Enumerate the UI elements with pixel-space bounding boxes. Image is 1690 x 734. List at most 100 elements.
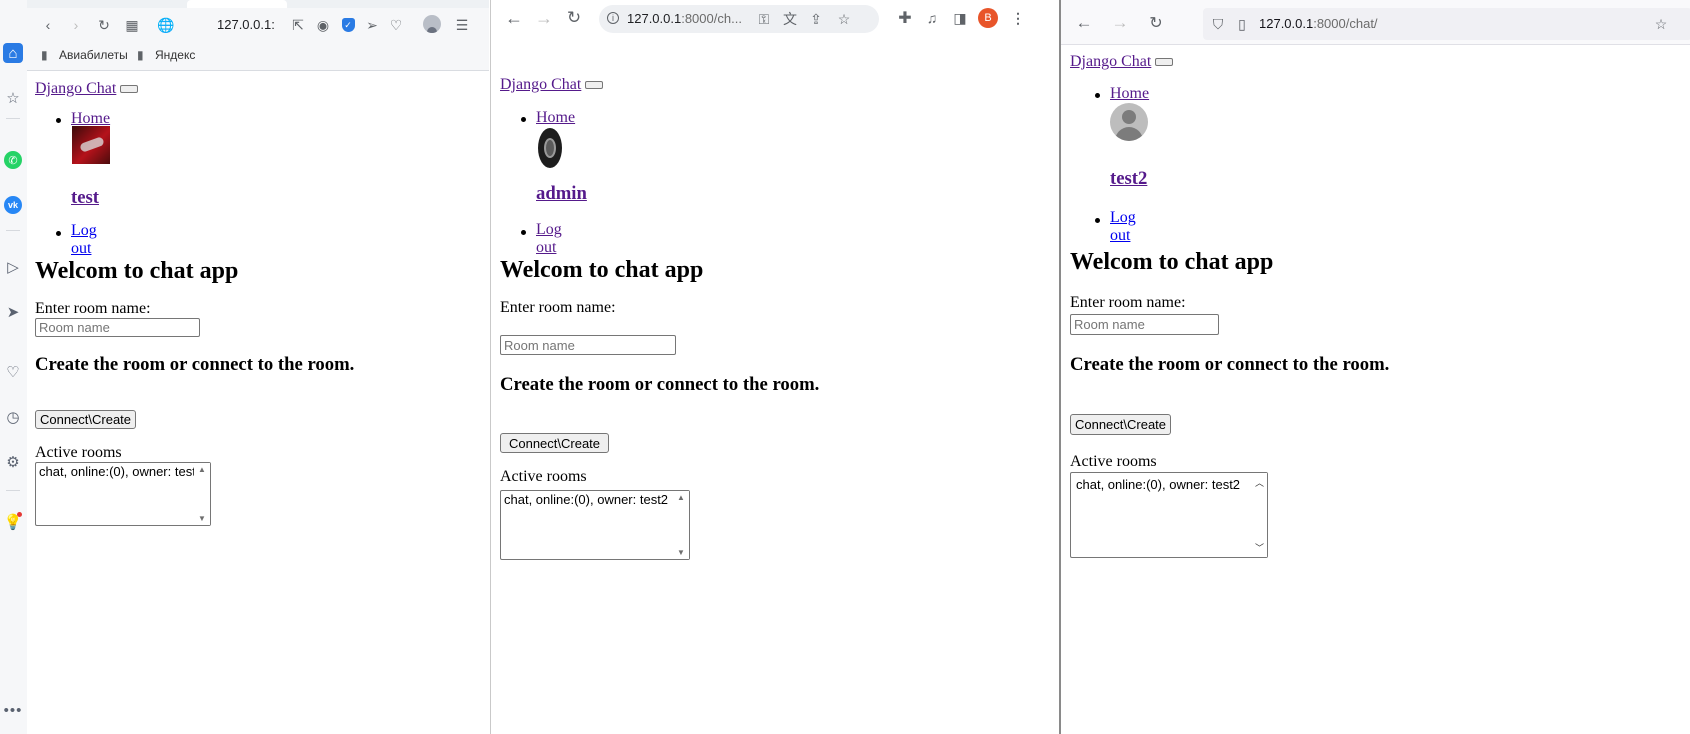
list-scrollbar[interactable]: ▲ ▼ — [673, 491, 689, 559]
room-name-input[interactable]: Room name — [1070, 314, 1219, 335]
page-icon[interactable]: ▯ — [1233, 15, 1251, 33]
play-icon[interactable]: ▷ — [3, 257, 23, 277]
list-bullet — [1095, 218, 1100, 223]
forward-icon[interactable]: → — [1111, 13, 1129, 32]
active-rooms-label: Active rooms — [500, 468, 587, 485]
bookmark-star-icon[interactable]: ☆ — [835, 10, 853, 28]
toolbar: ‹ › ↻ ▦ 🌐 127.0.0.1: ⇱ ◉ ✓ ➢ ♡ ☰ — [27, 8, 489, 42]
camera-icon[interactable]: ◉ — [314, 16, 332, 34]
navbar-toggler[interactable] — [1155, 58, 1174, 67]
side-panel-icon[interactable]: ◨ — [951, 9, 969, 27]
bookmark-star-icon[interactable]: ☆ — [1652, 15, 1670, 33]
url-bar[interactable]: ⛉ ▯ 127.0.0.1:8000/chat/ ☆ — [1203, 8, 1690, 40]
toolbar: ← → ↻ ⛉ ▯ 127.0.0.1:8000/chat/ ☆ — [1061, 0, 1690, 45]
whatsapp-icon[interactable]: ✆ — [4, 151, 22, 169]
bookmark-yandex[interactable]: Яндекс — [155, 48, 195, 62]
back-icon[interactable]: ← — [505, 8, 523, 28]
active-rooms-list[interactable]: chat, online:(0), owner: test2 ▲ ▼ — [35, 462, 211, 526]
list-bullet — [1095, 93, 1100, 98]
key-icon[interactable]: ⚿ — [755, 10, 773, 28]
send-icon[interactable]: ➤ — [3, 302, 23, 322]
media-icon[interactable]: ♫ — [923, 9, 941, 27]
send-icon[interactable]: ➢ — [363, 16, 381, 34]
room-name-input[interactable]: Room name — [35, 318, 200, 337]
bookmark-file-icon: ▮ — [41, 48, 48, 62]
username-link[interactable]: test2 — [1110, 168, 1147, 190]
connect-create-button[interactable]: Connect\Create — [1070, 414, 1171, 435]
active-tab[interactable] — [187, 0, 287, 8]
reload-icon[interactable]: ↻ — [1147, 14, 1165, 32]
gear-icon[interactable]: ⚙ — [3, 452, 23, 472]
room-name-label: Enter room name: — [1070, 294, 1186, 311]
forward-icon[interactable]: › — [67, 16, 85, 34]
address-text[interactable]: 127.0.0.1:8000/chat/ — [1259, 16, 1378, 31]
heart-icon[interactable]: ♡ — [387, 16, 405, 34]
vk-icon[interactable]: vk — [4, 196, 22, 214]
extensions-icon[interactable]: ✚ — [896, 9, 914, 27]
sidebar-divider — [6, 118, 20, 119]
forward-icon[interactable]: → — [535, 8, 553, 28]
bulb-icon[interactable]: 💡 — [3, 512, 23, 532]
logout-link[interactable]: Log out — [536, 221, 562, 257]
active-rooms-list[interactable]: chat, online:(0), owner: test2 ▲ ▼ — [500, 490, 690, 560]
nav-home-link[interactable]: Home — [536, 109, 575, 127]
translate-icon[interactable]: 文 — [781, 10, 799, 28]
globe-icon[interactable]: 🌐 — [157, 16, 175, 34]
active-room-item[interactable]: chat, online:(0), owner: test2 — [501, 491, 689, 508]
sidebar-divider — [6, 490, 20, 491]
page-title: Welcom to chat app — [500, 257, 704, 283]
reload-icon[interactable]: ↻ — [565, 8, 583, 27]
clock-icon[interactable]: ◷ — [3, 407, 23, 427]
nav-home-link[interactable]: Home — [1110, 85, 1149, 103]
brand-link[interactable]: Django Chat — [35, 80, 116, 97]
list-bullet — [521, 230, 526, 235]
list-bullet — [521, 117, 526, 122]
address-text[interactable]: 127.0.0.1:8000/ch... — [627, 11, 742, 26]
reload-icon[interactable]: ↻ — [95, 16, 113, 34]
heart-icon[interactable]: ♡ — [3, 362, 23, 382]
share-icon[interactable]: ⇱ — [289, 16, 307, 34]
info-icon[interactable]: i — [607, 12, 619, 24]
more-icon[interactable]: ••• — [3, 700, 23, 720]
bookmark-aviabilety[interactable]: Авиабилеты — [59, 48, 128, 62]
user-avatar — [72, 126, 110, 164]
toolbar: ← → ↻ i 127.0.0.1:8000/ch... ⚿ 文 ⇪ ☆ ✚ ♫… — [491, 0, 1058, 38]
star-icon[interactable]: ☆ — [3, 88, 23, 108]
omnibox[interactable]: i 127.0.0.1:8000/ch... ⚿ 文 ⇪ ☆ — [599, 5, 879, 33]
menu-icon[interactable]: ☰ — [453, 16, 471, 34]
navbar-toggler[interactable] — [120, 85, 139, 94]
shield-check-icon[interactable]: ✓ — [341, 18, 355, 32]
page-title: Welcom to chat app — [1070, 249, 1274, 275]
bookmark-file-icon: ▮ — [137, 48, 144, 62]
room-name-input[interactable]: Room name — [500, 335, 676, 355]
connect-create-button[interactable]: Connect\Create — [35, 410, 136, 429]
logout-link[interactable]: Log out — [71, 222, 97, 258]
page-subtitle: Create the room or connect to the room. — [1070, 354, 1390, 375]
username-link[interactable]: test — [71, 187, 99, 209]
brand-link[interactable]: Django Chat — [1070, 53, 1151, 70]
back-icon[interactable]: ← — [1075, 13, 1093, 32]
navbar-toggler[interactable] — [585, 81, 604, 90]
active-room-item[interactable]: chat, online:(0), owner: test2 — [36, 463, 210, 480]
profile-avatar[interactable]: B — [978, 8, 998, 28]
list-bullet — [56, 118, 61, 123]
kebab-menu-icon[interactable]: ⋮ — [1009, 9, 1027, 27]
brand-link[interactable]: Django Chat — [500, 76, 581, 93]
list-scrollbar[interactable]: ▲ ▼ — [194, 463, 210, 525]
back-icon[interactable]: ‹ — [39, 16, 57, 34]
username-link[interactable]: admin — [536, 183, 587, 205]
address-text[interactable]: 127.0.0.1: — [217, 16, 275, 34]
room-name-label: Enter room name: — [500, 299, 616, 316]
logout-link[interactable]: Log out — [1110, 209, 1136, 245]
shield-icon[interactable]: ⛉ — [1209, 15, 1227, 33]
avatar-icon[interactable] — [423, 15, 441, 33]
user-avatar — [1110, 103, 1148, 141]
active-rooms-label: Active rooms — [35, 444, 122, 461]
active-room-item[interactable]: chat, online:(0), owner: test2 — [1071, 473, 1267, 496]
tabs-grid-icon[interactable]: ▦ — [123, 16, 141, 34]
home-icon[interactable]: ⌂ — [3, 43, 23, 63]
connect-create-button[interactable]: Connect\Create — [500, 433, 609, 453]
share-icon[interactable]: ⇪ — [807, 10, 825, 28]
active-rooms-list[interactable]: chat, online:(0), owner: test2 ︿ ﹀ — [1070, 472, 1268, 558]
list-scrollbar[interactable]: ︿ ﹀ — [1251, 473, 1267, 557]
